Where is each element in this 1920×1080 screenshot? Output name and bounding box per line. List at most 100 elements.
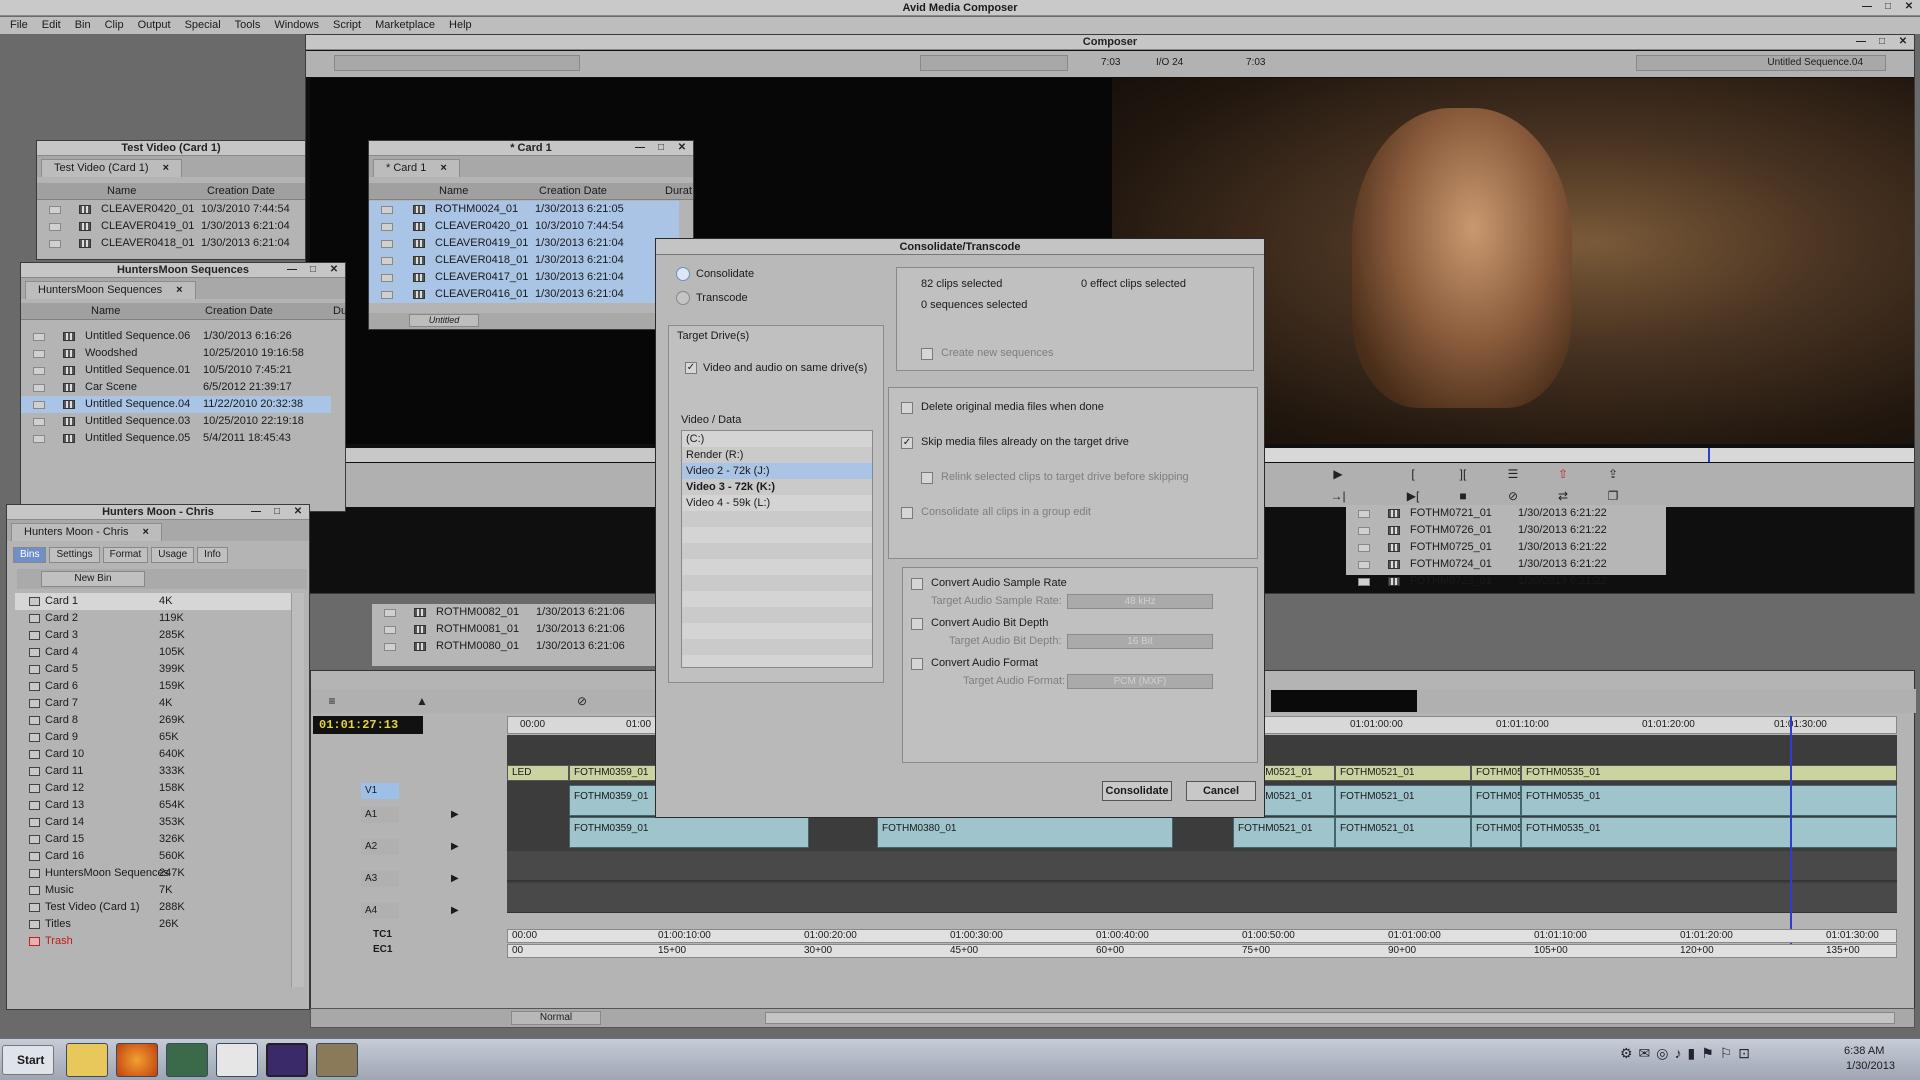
skip-media-checkbox[interactable]: ✓	[901, 437, 913, 449]
empty-track[interactable]	[507, 883, 1897, 913]
menu-bin[interactable]: Bin	[75, 17, 91, 34]
menu-special[interactable]: Special	[185, 17, 221, 34]
col-duration[interactable]: Du	[333, 305, 347, 317]
col-creation-date[interactable]: Creation Date	[205, 305, 273, 317]
timeline-clip[interactable]: LED	[507, 765, 569, 781]
tab-format[interactable]: Format	[102, 547, 149, 563]
list-item[interactable]: Car Scene 6/5/2012 21:39:17	[21, 379, 331, 396]
timeline-settings-icon[interactable]: ≡	[321, 692, 343, 710]
radio-consolidate[interactable]	[676, 267, 690, 281]
maximize-icon[interactable]: □	[652, 142, 670, 154]
bin-item[interactable]: Card 14 353K	[15, 814, 295, 831]
start-button[interactable]: Start	[2, 1045, 54, 1075]
tab-info[interactable]: Info	[197, 547, 228, 563]
bin-view-menu[interactable]: Untitled	[409, 314, 479, 327]
list-item[interactable]: CLEAVER0419_01 1/30/2013 6:21:04	[37, 218, 291, 235]
bin-item[interactable]: Card 2 119K	[15, 610, 295, 627]
list-item[interactable]: Untitled Sequence.04 11/22/2010 20:32:38	[21, 396, 331, 413]
drive-item[interactable]: Video 2 - 72k (J:)	[682, 463, 872, 479]
close-tab-icon[interactable]: ×	[163, 162, 169, 174]
convert-depth-checkbox[interactable]	[911, 618, 923, 630]
maximize-icon[interactable]: □	[268, 506, 286, 518]
consolidate-button[interactable]: Consolidate	[1102, 781, 1172, 801]
target-depth-select[interactable]: 16 Bit	[1067, 634, 1213, 649]
list-item[interactable]: CLEAVER0419_01 1/30/2013 6:21:04	[369, 235, 679, 252]
row-checkbox[interactable]	[1358, 561, 1370, 569]
row-checkbox[interactable]	[33, 418, 45, 426]
clock-time[interactable]: 6:38 AM	[1844, 1045, 1884, 1057]
tab-card1[interactable]: * Card 1 ×	[373, 159, 460, 177]
list-item[interactable]: ROTHM0081_01 1/30/2013 6:21:06	[372, 621, 662, 638]
cancel-button[interactable]: Cancel	[1186, 781, 1256, 801]
track-a2[interactable]: A2	[361, 839, 399, 855]
close-tab-icon[interactable]: ×	[440, 162, 446, 174]
same-drive-checkbox[interactable]: ✓	[685, 362, 697, 374]
row-checkbox[interactable]	[381, 223, 393, 231]
relink-checkbox[interactable]	[921, 472, 933, 484]
close-icon[interactable]: ✕	[1894, 36, 1912, 48]
list-item[interactable]: CLEAVER0420_01 10/3/2010 7:44:54	[37, 201, 291, 218]
bin-item[interactable]: Card 11 333K	[15, 763, 295, 780]
row-checkbox[interactable]	[381, 291, 393, 299]
sequence-menu[interactable]: Untitled Sequence.04	[1636, 55, 1886, 71]
avid-icon[interactable]	[216, 1043, 258, 1077]
bin-item[interactable]: Music 7K	[15, 882, 295, 899]
drive-list[interactable]: (C:) Render (R:) Video 2 - 72k (J:) Video 3…	[681, 430, 873, 668]
row-checkbox[interactable]	[384, 626, 396, 634]
source-menu[interactable]	[334, 55, 580, 71]
row-checkbox[interactable]	[1358, 510, 1370, 518]
row-checkbox[interactable]	[49, 240, 61, 248]
bin-item[interactable]: Card 16 560K	[15, 848, 295, 865]
timeline-clip[interactable]: FOTHM05	[1471, 765, 1521, 781]
row-checkbox[interactable]	[381, 257, 393, 265]
gimp-icon[interactable]	[316, 1043, 358, 1077]
list-item[interactable]: Untitled Sequence.06 1/30/2013 6:16:26	[21, 328, 331, 345]
bin-item[interactable]: Card 1 4K	[15, 593, 295, 610]
col-creation-date[interactable]: Creation Date	[539, 185, 607, 197]
close-icon[interactable]: ✕	[673, 142, 691, 154]
minimize-icon[interactable]: —	[1852, 36, 1870, 48]
timeline-clip[interactable]: FOTHM0521_01	[1335, 765, 1471, 781]
menu-marketplace[interactable]: Marketplace	[375, 17, 435, 34]
row-checkbox[interactable]	[1358, 544, 1370, 552]
col-creation-date[interactable]: Creation Date	[207, 185, 275, 197]
timeline-track-selector[interactable]	[1271, 690, 1417, 712]
timeline-clip[interactable]: FOTHM0535_01	[1521, 817, 1897, 848]
bin-item[interactable]: Card 15 326K	[15, 831, 295, 848]
bin-item[interactable]: Card 6 159K	[15, 678, 295, 695]
bin-item[interactable]: Card 9 65K	[15, 729, 295, 746]
bin-item[interactable]: Titles 26K	[15, 916, 295, 933]
play-icon[interactable]: ▶	[1327, 465, 1349, 483]
list-item[interactable]: FOTHM0726_01 1/30/2013 6:21:22	[1346, 522, 1666, 539]
row-checkbox[interactable]	[384, 643, 396, 651]
tab-usage[interactable]: Usage	[151, 547, 195, 563]
close-icon[interactable]: ✕	[289, 506, 307, 518]
target-format-select[interactable]: PCM (MXF)	[1067, 674, 1213, 689]
row-checkbox[interactable]	[1358, 578, 1370, 586]
timeline-clip[interactable]: FOTHM0380_01	[877, 817, 1173, 848]
convert-rate-checkbox[interactable]	[911, 578, 923, 590]
row-checkbox[interactable]	[33, 367, 45, 375]
timeline-clip[interactable]: FOTHM0535_01	[1521, 785, 1897, 816]
list-item[interactable]: CLEAVER0416_01 1/30/2013 6:21:04	[369, 286, 679, 303]
menu-help[interactable]: Help	[449, 17, 472, 34]
maximize-icon[interactable]: □	[1873, 36, 1891, 48]
list-item[interactable]: CLEAVER0417_01 1/30/2013 6:21:04	[369, 269, 679, 286]
row-checkbox[interactable]	[1358, 527, 1370, 535]
list-item[interactable]: FOTHM0721_01 1/30/2013 6:21:22	[1346, 505, 1666, 522]
delete-original-checkbox[interactable]	[901, 402, 913, 414]
lift-icon[interactable]: ⇧	[1552, 465, 1574, 483]
tab-sequences[interactable]: HuntersMoon Sequences ×	[25, 281, 196, 299]
copy-icon[interactable]: ❐	[1602, 487, 1624, 505]
col-duration[interactable]: Durat	[665, 185, 692, 197]
drive-item[interactable]: Video 3 - 72k (K:)	[682, 479, 872, 495]
list-item[interactable]: FOTHM0725_01 1/30/2013 6:21:22	[1346, 539, 1666, 556]
swap-icon[interactable]: ⇄	[1552, 487, 1574, 505]
explorer-icon[interactable]	[66, 1043, 108, 1077]
bin-item[interactable]: Card 8 269K	[15, 712, 295, 729]
track-v1[interactable]: V1	[361, 783, 399, 799]
list-item[interactable]: Untitled Sequence.01 10/5/2010 7:45:21	[21, 362, 331, 379]
row-checkbox[interactable]	[384, 609, 396, 617]
row-checkbox[interactable]	[33, 401, 45, 409]
col-name[interactable]: Name	[439, 185, 468, 197]
